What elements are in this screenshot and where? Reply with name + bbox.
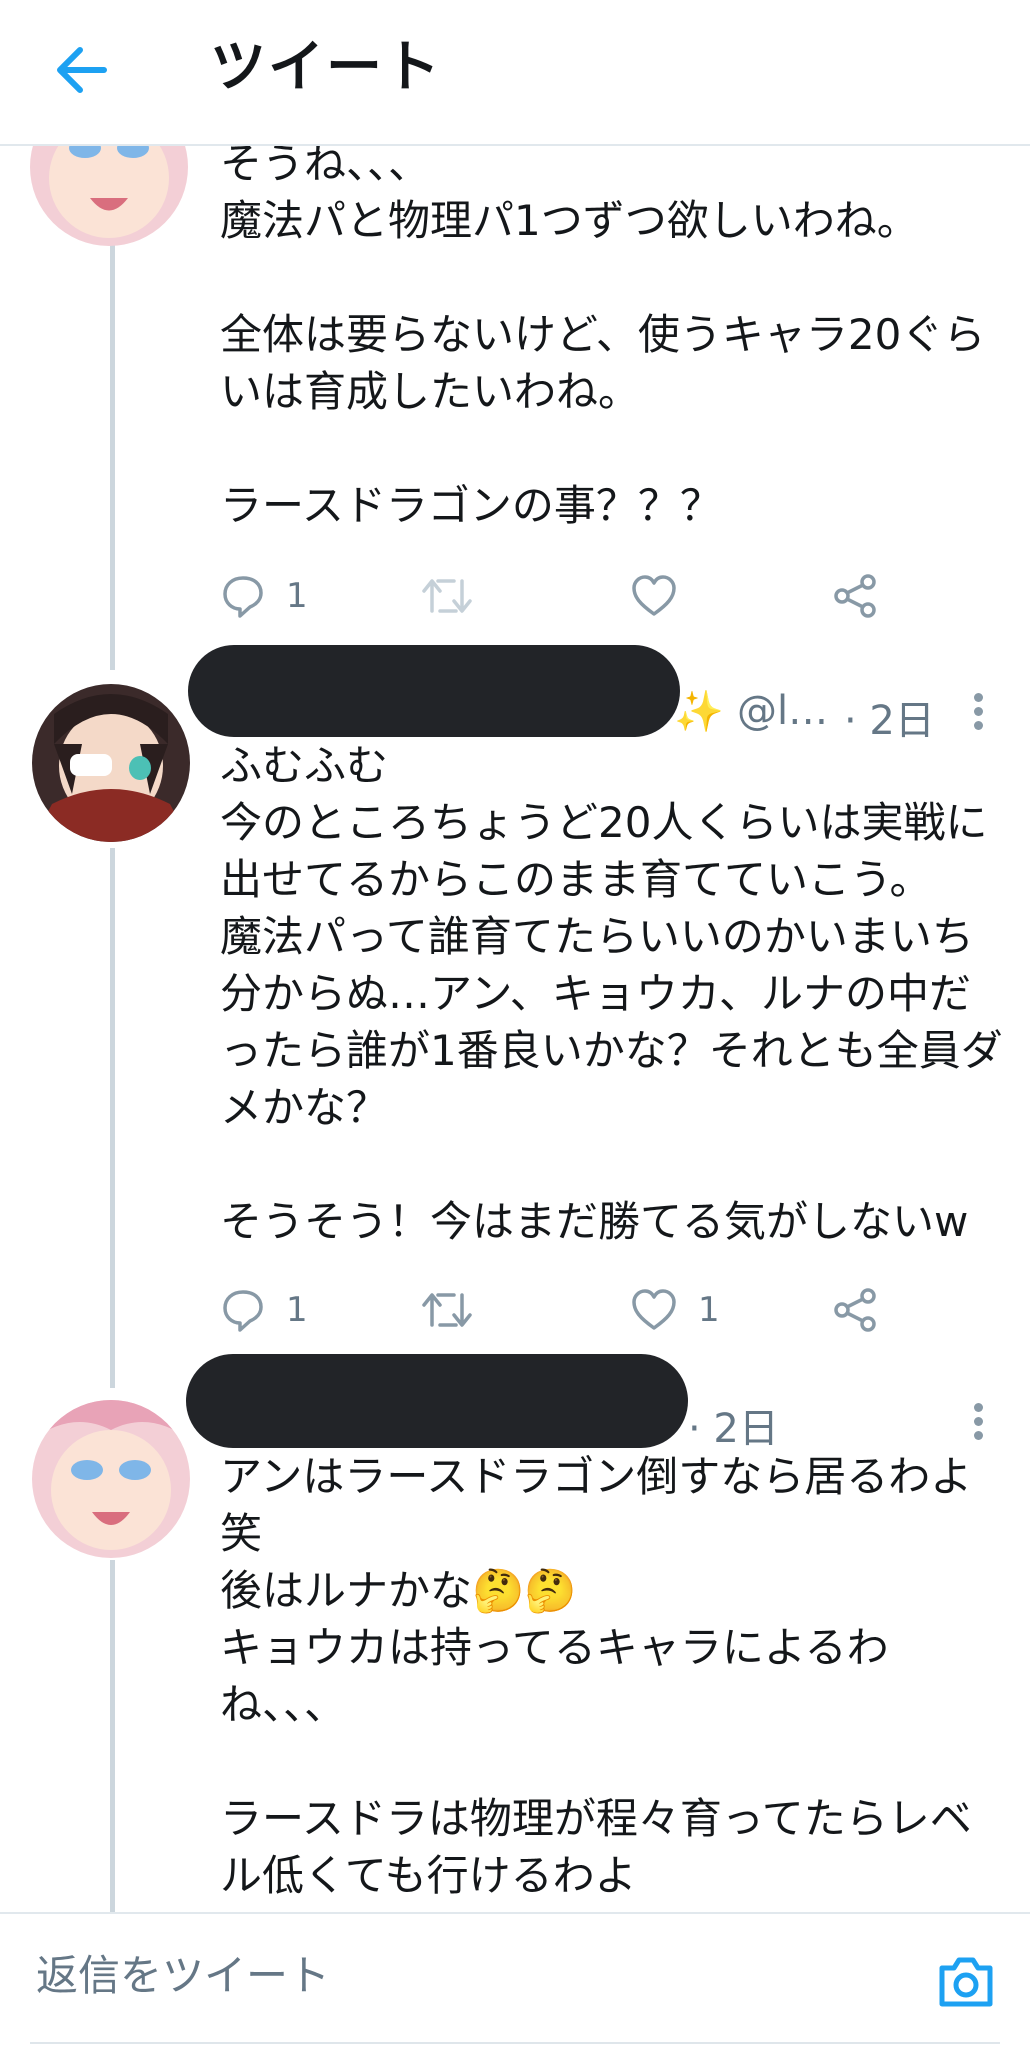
reply-button[interactable]: 1	[220, 566, 308, 626]
divider	[30, 2042, 1000, 2044]
thread-line	[110, 1560, 115, 1915]
tweet-text: そうね、、、 魔法パと物理パ1つずつ欲しいわね。 全体は要らないけど、使うキャラ…	[220, 139, 986, 530]
user-handle: @l…	[737, 688, 829, 734]
page-title: ツイート	[210, 35, 442, 100]
retweet-icon	[422, 579, 472, 613]
like-button[interactable]: 1	[630, 1280, 720, 1340]
back-arrow-icon[interactable]	[50, 38, 114, 102]
verified-sparkle-icon: ✨	[674, 689, 724, 735]
reply-input[interactable]: 返信をツイート	[36, 1946, 330, 2006]
retweet-button[interactable]	[420, 1280, 474, 1340]
heart-icon	[632, 575, 676, 616]
like-button[interactable]	[630, 566, 698, 626]
reply-count: 1	[286, 1290, 308, 1330]
share-button[interactable]	[832, 566, 878, 626]
like-count: 1	[698, 1290, 720, 1330]
redacted-username	[186, 1354, 688, 1448]
tweet-actions: 1 1	[220, 1280, 900, 1340]
tweet-actions: 1	[220, 566, 900, 626]
thread-line	[110, 848, 115, 1388]
more-options-icon[interactable]	[971, 688, 985, 735]
more-options-icon[interactable]	[971, 1398, 985, 1445]
reply-bar: 返信をツイート	[0, 1912, 1030, 2050]
reply-icon	[223, 1290, 263, 1332]
redacted-username	[188, 645, 680, 737]
share-icon	[834, 574, 876, 618]
header-bar: ツイート	[0, 0, 1030, 146]
share-icon	[834, 1288, 876, 1332]
share-button[interactable]	[832, 1280, 878, 1340]
heart-icon	[632, 1289, 676, 1330]
camera-icon[interactable]	[934, 1950, 998, 2014]
retweet-button[interactable]	[420, 566, 474, 626]
tweet-text: ふむふむ 今のところちょうど20人くらいは実戦に出せてるからこのまま育てていこう…	[220, 741, 1003, 1246]
retweet-icon	[422, 1293, 472, 1327]
reply-button[interactable]: 1	[220, 1280, 308, 1340]
avatar[interactable]	[32, 684, 190, 842]
avatar[interactable]	[32, 1400, 190, 1558]
thread-line	[110, 240, 115, 670]
tweet-time: · 2日	[688, 1406, 779, 1452]
tweet-text: アンはラースドラゴン倒すなら居るわよ笑 後はルナかな🤔🤔 キョウカは持ってるキャ…	[220, 1452, 973, 1900]
reply-count: 1	[286, 576, 308, 616]
reply-icon	[223, 576, 263, 618]
